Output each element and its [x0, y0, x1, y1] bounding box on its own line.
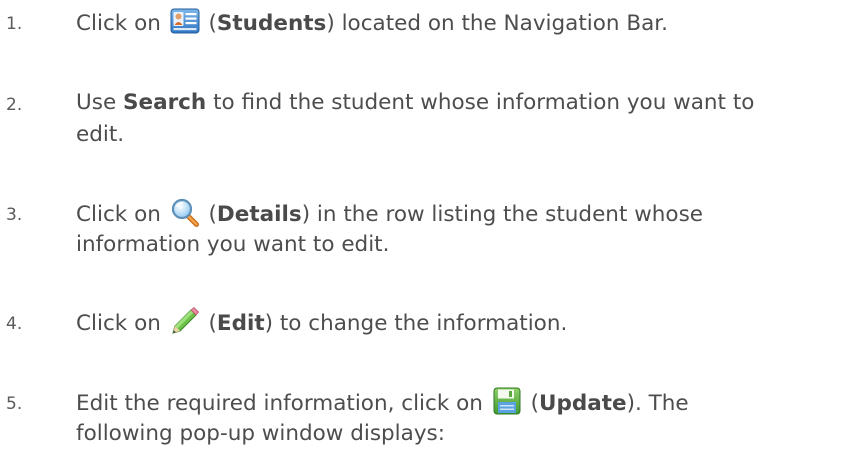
step-line: Use Search to find the student whose inf…	[76, 90, 755, 115]
step-line-continued: following pop-up window displays:	[76, 421, 445, 446]
step-line: Edit the required information, click on …	[76, 386, 689, 420]
step-number: 1.	[6, 14, 23, 34]
step-line: Click on (Students) located on the Navig…	[76, 6, 668, 40]
students-label: Students	[216, 11, 327, 36]
step-number: 5.	[6, 394, 23, 414]
step-line-continued: edit.	[76, 122, 125, 147]
pencil-icon	[170, 306, 200, 336]
instruction-list: 1. Click on (Students) located on the Na…	[0, 0, 861, 457]
step-number: 4.	[6, 314, 23, 334]
details-label: Details	[216, 202, 302, 227]
magnifier-icon	[170, 197, 200, 227]
step-number: 2.	[6, 95, 23, 115]
floppy-disk-icon	[492, 386, 522, 416]
step-line-continued: information you want to edit.	[76, 232, 390, 257]
edit-label: Edit	[216, 311, 265, 336]
update-label: Update	[538, 391, 627, 416]
step-line: Click on (Details) in the row listing th…	[76, 197, 703, 231]
step-number: 3.	[6, 205, 23, 225]
students-icon	[170, 6, 200, 36]
search-label: Search	[123, 90, 207, 115]
step-line: Click on (Edit) to change the informatio…	[76, 306, 567, 340]
